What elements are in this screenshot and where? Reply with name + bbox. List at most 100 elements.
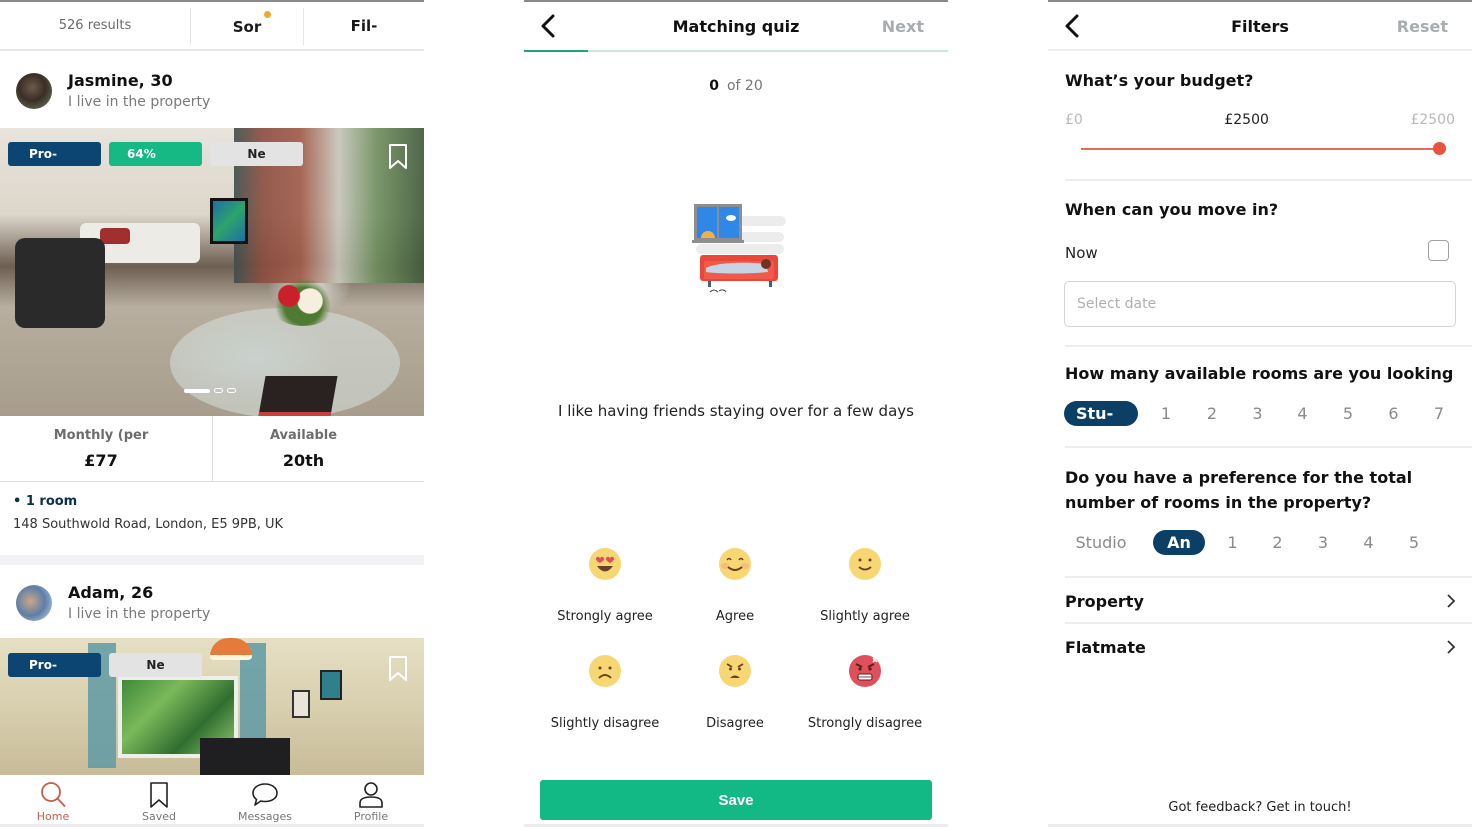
bookmark-icon[interactable] bbox=[388, 656, 408, 682]
carousel-dot-active[interactable] bbox=[184, 388, 210, 393]
photo-book bbox=[258, 376, 338, 416]
bottom-navigation: Home Saved Messages Profile bbox=[0, 775, 424, 827]
room-option-3[interactable]: 3 bbox=[1230, 404, 1285, 423]
nav-messages[interactable]: Messages bbox=[212, 775, 318, 824]
badge-match-percent: 64% bbox=[109, 142, 202, 166]
nav-saved[interactable]: Saved bbox=[106, 775, 212, 824]
section-divider bbox=[1065, 446, 1472, 448]
search-icon bbox=[41, 782, 66, 808]
room-option-studio[interactable]: Stu- bbox=[1064, 401, 1138, 426]
room-count: • 1 room bbox=[13, 494, 78, 509]
available-rooms-options: Stu- 1 2 3 4 5 6 7 bbox=[1064, 401, 1467, 426]
property-label: Property bbox=[1065, 591, 1144, 611]
nav-label: Home bbox=[36, 810, 70, 823]
total-option-1[interactable]: 1 bbox=[1205, 533, 1260, 552]
available-value: 20th bbox=[282, 451, 325, 470]
reset-button[interactable]: Reset bbox=[1397, 17, 1448, 36]
carousel-dot[interactable] bbox=[214, 388, 223, 393]
answer-slightly-agree[interactable]: Slightly agree bbox=[800, 547, 930, 624]
slight-smile-emoji-icon bbox=[849, 548, 881, 580]
total-option-3[interactable]: 3 bbox=[1295, 533, 1351, 552]
sort-button[interactable]: Sor bbox=[190, 8, 304, 45]
total-option-any[interactable]: An bbox=[1153, 530, 1205, 555]
quiz-progress-fill bbox=[524, 50, 588, 52]
sort-active-dot bbox=[264, 11, 271, 18]
badge-new: Ne bbox=[210, 142, 303, 166]
total-rooms-options: Studio An 1 2 3 4 5 bbox=[1064, 530, 1442, 555]
filters-header: Filters Reset bbox=[1048, 2, 1472, 51]
nav-home[interactable]: Home bbox=[0, 775, 106, 824]
smiling-blush-emoji-icon bbox=[719, 548, 751, 580]
matching-quiz-screen: Matching quiz Next 0 of 20 I like having … bbox=[524, 0, 948, 827]
section-divider bbox=[1065, 179, 1472, 181]
flatmate-filters-row[interactable]: Flatmate bbox=[1065, 624, 1456, 670]
answer-agree[interactable]: Agree bbox=[670, 547, 800, 624]
total-option-2[interactable]: 2 bbox=[1260, 533, 1295, 552]
chat-bubble-icon bbox=[252, 783, 278, 806]
property-filters-row[interactable]: Property bbox=[1065, 578, 1456, 624]
photo-desk bbox=[200, 738, 290, 778]
budget-labels: £0 £2500 £2500 bbox=[1065, 112, 1455, 128]
budget-slider[interactable] bbox=[1081, 142, 1446, 155]
select-date-input[interactable] bbox=[1064, 281, 1456, 327]
bookmark-icon[interactable] bbox=[388, 144, 408, 170]
answer-label: Slightly disagree bbox=[550, 716, 660, 731]
room-option-5[interactable]: 5 bbox=[1320, 404, 1376, 423]
listing-user-row[interactable]: Adam, 26 I live in the property bbox=[0, 565, 424, 640]
answer-label: Strongly disagree bbox=[807, 716, 923, 731]
photo-carousel-indicator bbox=[184, 388, 236, 393]
avatar bbox=[16, 72, 52, 109]
budget-title: What’s your budget? bbox=[1065, 71, 1254, 90]
nav-label: Messages bbox=[238, 810, 292, 823]
answer-slightly-disagree[interactable]: Slightly disagree bbox=[540, 654, 670, 731]
header-divider bbox=[1048, 49, 1472, 51]
quiz-question: I like having friends staying over for a… bbox=[558, 402, 914, 420]
nav-profile[interactable]: Profile bbox=[318, 775, 424, 824]
total-option-5[interactable]: 5 bbox=[1386, 533, 1442, 552]
room-option-1[interactable]: 1 bbox=[1138, 404, 1194, 423]
carousel-dot[interactable] bbox=[227, 388, 236, 393]
room-option-2[interactable]: 2 bbox=[1194, 404, 1230, 423]
search-results-screen: 526 results Sor Fil- Jasmine, 30 I live … bbox=[0, 0, 424, 827]
total-option-studio[interactable]: Studio bbox=[1064, 533, 1138, 552]
answer-label: Strongly agree bbox=[557, 609, 653, 624]
quiz-header: Matching quiz Next bbox=[524, 2, 948, 51]
sleeping-on-sofa-illustration bbox=[692, 204, 786, 293]
budget-slider-thumb[interactable] bbox=[1432, 142, 1446, 155]
photo-chair bbox=[15, 238, 105, 328]
user-subtitle: I live in the property bbox=[68, 606, 211, 622]
answer-strongly-disagree[interactable]: Strongly disagree bbox=[800, 654, 930, 731]
room-option-4[interactable]: 4 bbox=[1285, 404, 1320, 423]
flatmate-label: Flatmate bbox=[1065, 637, 1146, 657]
room-option-6[interactable]: 6 bbox=[1376, 404, 1411, 423]
badge-pro: Pro- bbox=[8, 142, 101, 166]
listing-user-row[interactable]: Jasmine, 30 I live in the property bbox=[0, 53, 424, 128]
back-arrow-icon[interactable] bbox=[1064, 14, 1080, 38]
save-button[interactable]: Save bbox=[540, 780, 932, 820]
listing-photo[interactable]: Pro- 64% Ne bbox=[0, 128, 424, 416]
filter-button[interactable]: Fil- bbox=[304, 2, 424, 49]
photo-pillow bbox=[100, 228, 130, 244]
total-option-4[interactable]: 4 bbox=[1351, 533, 1386, 552]
price-label: Monthly (per bbox=[53, 428, 149, 443]
room-option-7[interactable]: 7 bbox=[1411, 404, 1467, 423]
price-value: £77 bbox=[84, 451, 118, 470]
photo-art bbox=[320, 670, 342, 700]
answer-disagree[interactable]: Disagree bbox=[670, 654, 800, 731]
budget-max: £2500 bbox=[1410, 112, 1455, 128]
page-title: Matching quiz bbox=[672, 17, 800, 36]
results-count: 526 results bbox=[58, 18, 132, 33]
user-name: Adam, 26 bbox=[68, 583, 154, 602]
answer-strongly-agree[interactable]: Strongly agree bbox=[540, 547, 670, 624]
next-button[interactable]: Next bbox=[882, 17, 924, 36]
page-title: Filters bbox=[1231, 17, 1289, 36]
person-icon bbox=[359, 782, 383, 808]
listing-photo[interactable]: Pro- Ne bbox=[0, 638, 424, 778]
feedback-link[interactable]: Got feedback? Get in touch! bbox=[1048, 800, 1472, 815]
back-arrow-icon[interactable] bbox=[540, 14, 556, 38]
now-checkbox[interactable] bbox=[1428, 240, 1449, 261]
photo-art bbox=[292, 690, 310, 718]
chevron-right-icon bbox=[1447, 594, 1456, 608]
filters-screen: Filters Reset What’s your budget? £0 £25… bbox=[1048, 0, 1472, 827]
move-in-title: When can you move in? bbox=[1065, 200, 1279, 219]
